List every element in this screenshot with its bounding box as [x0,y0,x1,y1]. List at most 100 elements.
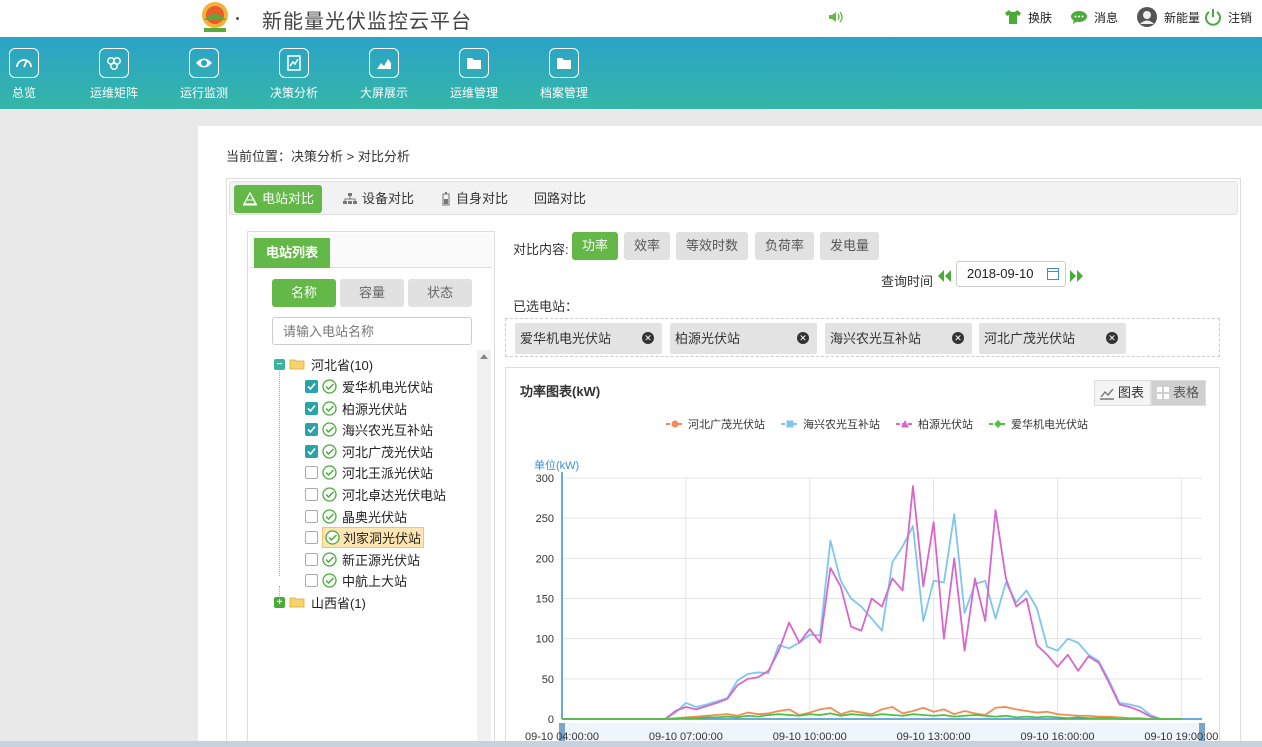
nav-item-overview[interactable]: 总览 [0,48,64,101]
remove-chip-icon[interactable]: ✕ [797,332,809,344]
tree-station-selected[interactable]: 刘家洞光伏站 [305,526,425,548]
shirt-icon [1004,10,1021,24]
tab-station-compare[interactable]: 电站对比 [234,185,323,213]
sort-by-name-button[interactable]: 名称 [272,279,336,307]
battery-icon [442,192,450,206]
y-tick-label: 150 [536,594,554,606]
station-checkbox[interactable] [305,573,318,587]
series-line [562,485,1182,720]
legend-marker [994,420,1002,428]
skin-button[interactable]: 换肤 [1004,9,1052,26]
station-checkbox[interactable] [305,465,318,479]
view-chart-button[interactable]: 图表 [1093,380,1151,406]
next-date-icon-2[interactable] [1077,270,1083,282]
series-line [562,706,1182,720]
tree-station[interactable]: 河北广茂光伏站 [305,441,435,461]
station-checkbox[interactable] [305,444,318,458]
query-time-label: 查询时间 [881,274,934,289]
remove-chip-icon[interactable]: ✕ [642,332,654,344]
tree-station[interactable]: 河北卓达光伏电站 [305,484,448,504]
calendar-icon[interactable] [1047,268,1059,280]
tree-station[interactable]: 海兴农光互补站 [305,419,435,439]
compare-efficiency-button[interactable]: 效率 [624,232,671,260]
sort-by-capacity-button[interactable]: 容量 [340,279,404,307]
sort-by-status-button[interactable]: 状态 [408,279,472,307]
legend-label: 河北广茂光伏站 [688,417,765,431]
y-tick-label: 100 [536,634,554,646]
tree-station[interactable]: 爱华机电光伏站 [305,376,435,396]
scroll-up-arrow-icon[interactable] [480,354,488,359]
legend-item[interactable]: 海兴农光互补站 [781,417,880,431]
selected-station-chip: 河北广茂光伏站 ✕ [979,323,1126,354]
check-icon [307,447,316,455]
legend-item[interactable]: 河北广茂光伏站 [666,417,765,431]
station-icon [242,192,258,206]
prev-date-icon-2[interactable] [945,270,951,282]
nav-item-decision[interactable]: 决策分析 [254,48,334,101]
chip-label: 爱华机电光伏站 [520,331,612,346]
station-search-input[interactable] [272,317,472,345]
compare-generation-button[interactable]: 发电量 [820,232,880,260]
view-table-button[interactable]: 表格 [1150,380,1206,406]
tree-province-shanxi[interactable]: + 山西省(1) [274,592,368,612]
tree-scrollbar[interactable] [477,350,491,747]
tree-station[interactable]: 河北王派光伏站 [305,462,435,482]
messages-label: 消息 [1093,10,1118,25]
station-list-title[interactable]: 电站列表 [254,238,331,268]
tree-station[interactable]: 晶奥光伏站 [305,506,409,526]
compare-load-rate-button[interactable]: 负荷率 [755,232,815,260]
tree-province-hebei[interactable]: − 河北省(10) [274,354,375,374]
legend-item[interactable]: 柏源光伏站 [896,417,973,431]
cluster-icon [107,57,121,70]
nav-label-monitoring: 运行监测 [179,86,228,100]
tree-label: 晶奥光伏站 [342,509,408,525]
legend-label: 海兴农光互补站 [803,417,880,431]
expand-icon[interactable]: + [274,596,285,608]
station-checkbox[interactable] [305,509,318,523]
y-axis-title: 单位(kW) [534,458,579,472]
folder-open-icon [289,359,305,370]
tree-station[interactable]: 柏源光伏站 [305,398,409,418]
nav-item-monitoring[interactable]: 运行监测 [164,48,244,101]
station-checkbox[interactable] [305,530,318,544]
station-checkbox[interactable] [305,552,318,566]
station-list-header: 电站列表 [250,234,492,268]
comparison-panel: 电站对比 设备对比 自身对比 回路对比 电站列表 名称 容量 状态 请输入电站名… [226,178,1241,747]
collapse-icon[interactable]: − [274,358,285,370]
prev-date-icon[interactable] [938,270,944,282]
tree-station[interactable]: 中航上大站 [305,570,409,590]
legend-item[interactable]: 爱华机电光伏站 [989,417,1088,431]
nav-item-ops-matrix[interactable]: 运维矩阵 [74,48,154,101]
nav-item-bigscreen[interactable]: 大屏展示 [344,48,424,101]
remove-chip-icon[interactable]: ✕ [1106,332,1118,344]
station-checkbox[interactable] [305,487,318,501]
date-input[interactable]: 2018-09-10 [956,261,1066,287]
tab-circuit-compare[interactable]: 回路对比 [526,185,594,213]
folder-icon [557,58,571,69]
logout-button[interactable]: 注销 [1204,8,1252,26]
messages-button[interactable]: 消息 [1070,9,1118,26]
tree-label: 新正源光伏站 [342,552,421,568]
nav-item-ops-management[interactable]: 运维管理 [434,48,514,101]
tree-station[interactable]: 新正源光伏站 [305,549,422,569]
nav-item-archives[interactable]: 档案管理 [524,48,604,101]
tab-self-compare[interactable]: 自身对比 [432,185,516,213]
speaker-icon[interactable] [828,10,844,24]
compare-equivalent-hours-button[interactable]: 等效时数 [676,232,749,260]
tab-label: 回路对比 [534,191,587,206]
compare-power-button[interactable]: 功率 [572,232,619,260]
view-chart-label: 图表 [1117,385,1144,400]
legend-marker [786,420,794,428]
remove-chip-icon[interactable]: ✕ [952,332,964,344]
check-icon [307,425,316,433]
status-ok-icon [322,421,337,437]
station-checkbox[interactable] [305,401,318,415]
next-date-icon[interactable] [1070,270,1076,282]
selected-station-chip: 海兴农光互补站 ✕ [825,323,972,354]
user-menu[interactable]: 新能量 [1136,6,1200,28]
station-checkbox[interactable] [305,379,318,393]
tab-device-compare[interactable]: 设备对比 [334,185,422,213]
station-checkbox[interactable] [305,422,318,436]
gauge-icon [16,59,32,68]
logo [202,2,228,32]
